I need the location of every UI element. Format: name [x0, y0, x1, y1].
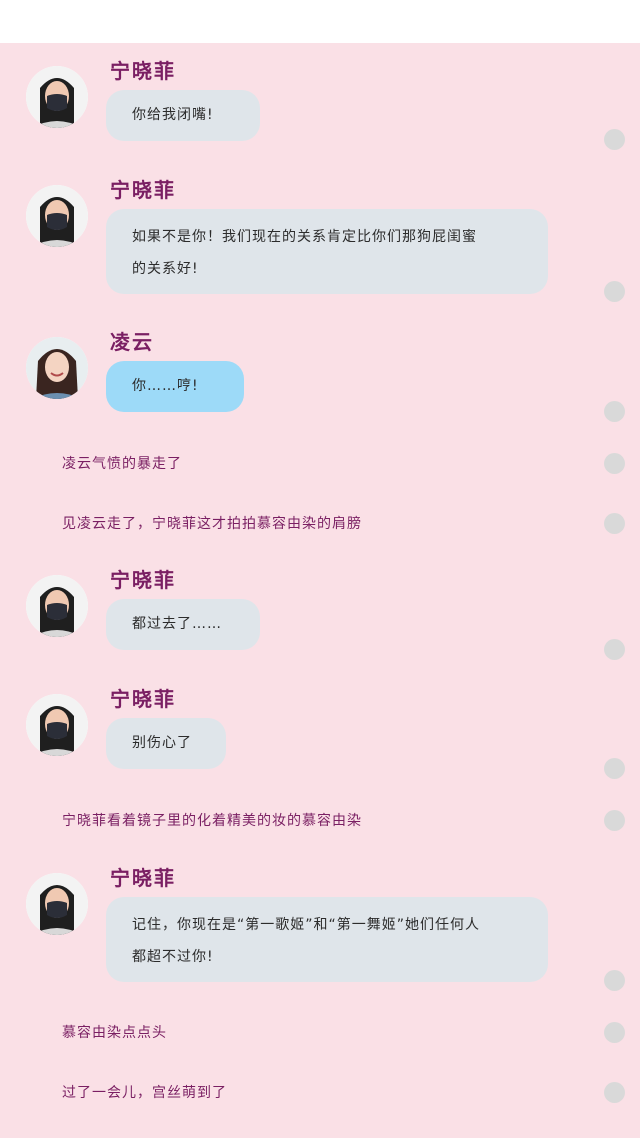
speaker-name: 宁晓菲 [110, 568, 176, 592]
narration-text: 凌云气愤的暴走了 [62, 456, 182, 472]
avatar-masked-woman[interactable] [26, 66, 88, 128]
comment-dot-icon[interactable] [604, 513, 625, 534]
comment-dot-icon[interactable] [604, 401, 625, 422]
narration-text: 宁晓菲看着镜子里的化着精美的妆的慕容由染 [62, 813, 362, 829]
message-text: 都过去了…… [132, 616, 222, 632]
status-bar [0, 0, 640, 43]
comment-dot-icon[interactable] [604, 129, 625, 150]
message-bubble[interactable]: 都过去了…… [106, 599, 260, 650]
avatar-smiling-woman[interactable] [26, 337, 88, 399]
message-bubble[interactable]: 你给我闭嘴! [106, 90, 260, 141]
message-text-line: 都超不过你! [132, 949, 214, 965]
comment-dot-icon[interactable] [604, 810, 625, 831]
comment-dot-icon[interactable] [604, 1082, 625, 1103]
comment-dot-icon[interactable] [604, 758, 625, 779]
message-bubble[interactable]: 别伤心了 [106, 718, 226, 769]
message-bubble[interactable]: 如果不是你！我们现在的关系肯定比你们那狗屁闺蜜 的关系好! [106, 209, 548, 294]
comment-dot-icon[interactable] [604, 1022, 625, 1043]
comment-dot-icon[interactable] [604, 970, 625, 991]
speaker-name: 宁晓菲 [110, 866, 176, 890]
narration-text: 慕容由染点点头 [62, 1025, 167, 1041]
narration-text: 过了一会儿，宫丝萌到了 [62, 1085, 227, 1101]
avatar-masked-woman[interactable] [26, 575, 88, 637]
avatar-masked-woman[interactable] [26, 873, 88, 935]
avatar-masked-woman[interactable] [26, 694, 88, 756]
message-bubble[interactable]: 记住，你现在是“第一歌姬”和“第一舞姬”她们任何人 都超不过你! [106, 897, 548, 982]
speaker-name: 宁晓菲 [110, 178, 176, 202]
message-bubble[interactable]: 你……哼! [106, 361, 244, 412]
speaker-name: 凌云 [110, 330, 154, 354]
message-text-line: 记住，你现在是“第一歌姬”和“第一舞姬”她们任何人 [132, 917, 481, 933]
message-text-line: 如果不是你！我们现在的关系肯定比你们那狗屁闺蜜 [132, 229, 477, 245]
speaker-name: 宁晓菲 [110, 59, 176, 83]
message-text: 你给我闭嘴! [132, 107, 214, 123]
avatar-masked-woman[interactable] [26, 185, 88, 247]
speaker-name: 宁晓菲 [110, 687, 176, 711]
comment-dot-icon[interactable] [604, 453, 625, 474]
message-text-line: 的关系好! [132, 261, 199, 277]
message-text: 你……哼! [132, 378, 199, 394]
narration-text: 见凌云走了，宁晓菲这才拍拍慕容由染的肩膀 [62, 516, 362, 532]
message-text: 别伤心了 [132, 735, 192, 751]
comment-dot-icon[interactable] [604, 281, 625, 302]
comment-dot-icon[interactable] [604, 639, 625, 660]
